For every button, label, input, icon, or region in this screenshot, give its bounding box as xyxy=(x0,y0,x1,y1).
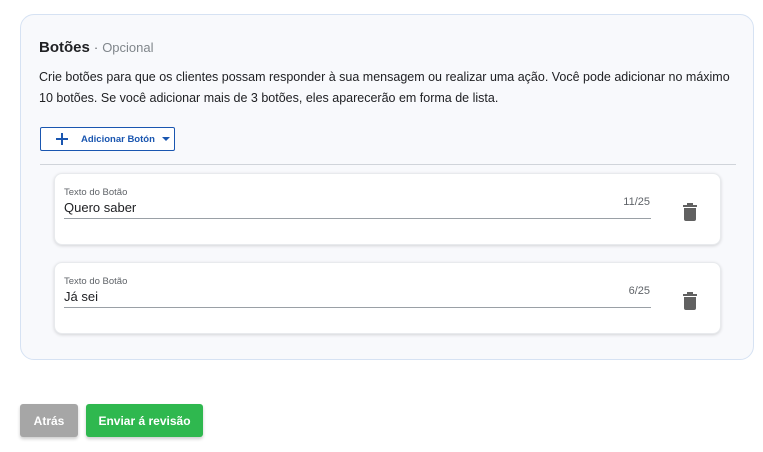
back-button[interactable]: Atrás xyxy=(20,404,78,437)
section-title: Botões xyxy=(39,39,90,56)
add-button-dropdown[interactable]: Adicionar Botón xyxy=(40,127,175,151)
button-text-field-label: Texto do Botão xyxy=(64,276,128,287)
trash-icon[interactable] xyxy=(683,203,697,221)
add-button-label: Adicionar Botón xyxy=(81,133,155,145)
character-counter: 11/25 xyxy=(623,196,650,208)
button-text-input[interactable]: Já sei xyxy=(64,289,98,304)
plus-icon xyxy=(55,132,69,146)
input-underline xyxy=(64,218,651,219)
button-item: Texto do Botão Já sei 6/25 xyxy=(54,262,721,334)
section-header: Botões · Opcional xyxy=(39,39,154,56)
section-divider xyxy=(40,164,736,165)
trash-icon[interactable] xyxy=(683,292,697,310)
input-underline xyxy=(64,307,651,308)
button-item: Texto do Botão Quero saber 11/25 xyxy=(54,173,721,245)
button-text-input[interactable]: Quero saber xyxy=(64,200,136,215)
buttons-section-card: Botões · Opcional Crie botões para que o… xyxy=(20,14,754,360)
optional-label: Opcional xyxy=(102,40,154,55)
caret-down-icon xyxy=(161,137,170,141)
submit-for-review-button[interactable]: Enviar á revisão xyxy=(86,404,203,437)
character-counter: 6/25 xyxy=(628,285,650,297)
title-separator: · xyxy=(93,40,99,55)
section-description: Crie botões para que os clientes possam … xyxy=(39,70,730,105)
button-text-field-label: Texto do Botão xyxy=(64,187,128,198)
